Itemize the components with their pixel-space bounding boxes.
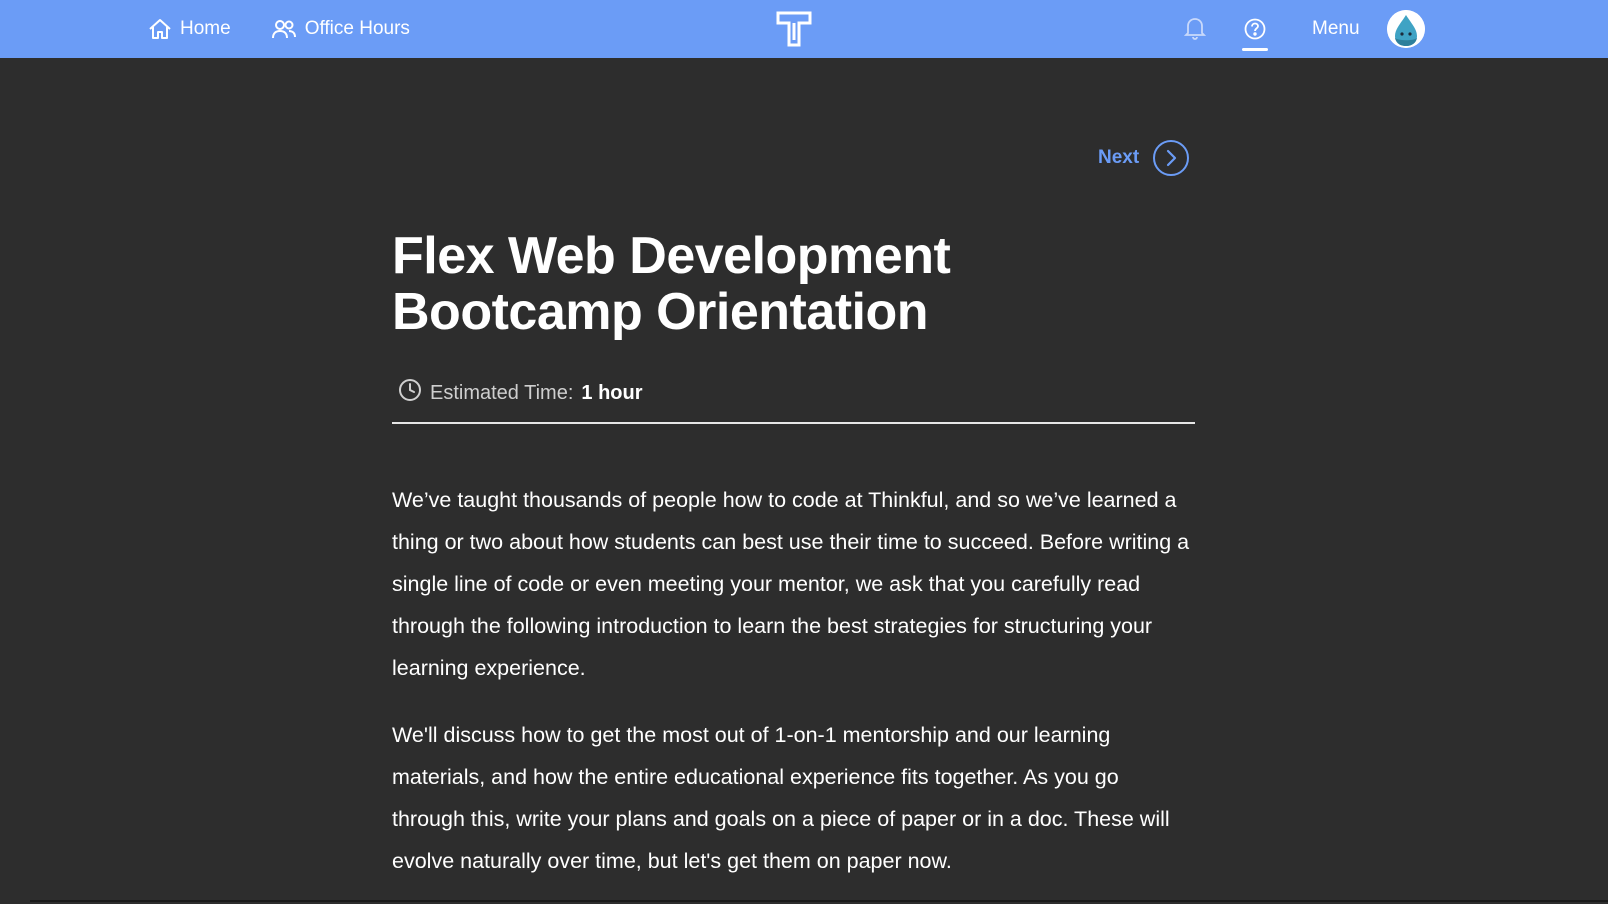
people-icon <box>271 18 297 40</box>
user-avatar[interactable] <box>1387 10 1425 48</box>
estimated-time-value: 1 hour <box>581 381 643 404</box>
title-line-1: Flex Web Development <box>392 227 951 285</box>
clock-icon <box>398 378 422 408</box>
home-icon <box>148 18 172 40</box>
intro-paragraph: We’ve taught thousands of people how to … <box>392 488 1190 680</box>
nav-right-group: Menu <box>1180 0 1430 58</box>
top-navigation-bar: Home Office Hours Menu <box>0 0 1608 58</box>
bell-icon[interactable] <box>1183 16 1207 45</box>
estimated-time-label: Estimated Time: <box>430 381 574 404</box>
nav-left-group: Home Office Hours <box>148 0 410 58</box>
chevron-right-circle-icon <box>1153 140 1190 176</box>
next-label: Next <box>1098 147 1140 168</box>
thinkful-logo[interactable] <box>775 10 813 48</box>
title-line-2: Bootcamp Orientation <box>392 283 929 341</box>
nav-home-label: Home <box>180 18 231 39</box>
lesson-content: Flex Web Development Bootcamp Orientatio… <box>392 228 1195 882</box>
next-lesson-link[interactable]: Next <box>1098 140 1190 176</box>
menu-button[interactable]: Menu <box>1312 18 1360 40</box>
page-title: Flex Web Development Bootcamp Orientatio… <box>392 228 1195 340</box>
divider <box>392 422 1195 424</box>
estimated-time: Estimated Time: 1 hour <box>392 378 1195 408</box>
help-active-indicator <box>1242 48 1268 51</box>
nav-office-hours-link[interactable]: Office Hours <box>271 18 410 40</box>
help-icon[interactable] <box>1244 18 1266 45</box>
intro-paragraph: We'll discuss how to get the most out of… <box>392 723 1170 873</box>
nav-home-link[interactable]: Home <box>148 18 231 40</box>
nav-office-hours-label: Office Hours <box>304 18 410 39</box>
footer-divider <box>30 900 1608 902</box>
